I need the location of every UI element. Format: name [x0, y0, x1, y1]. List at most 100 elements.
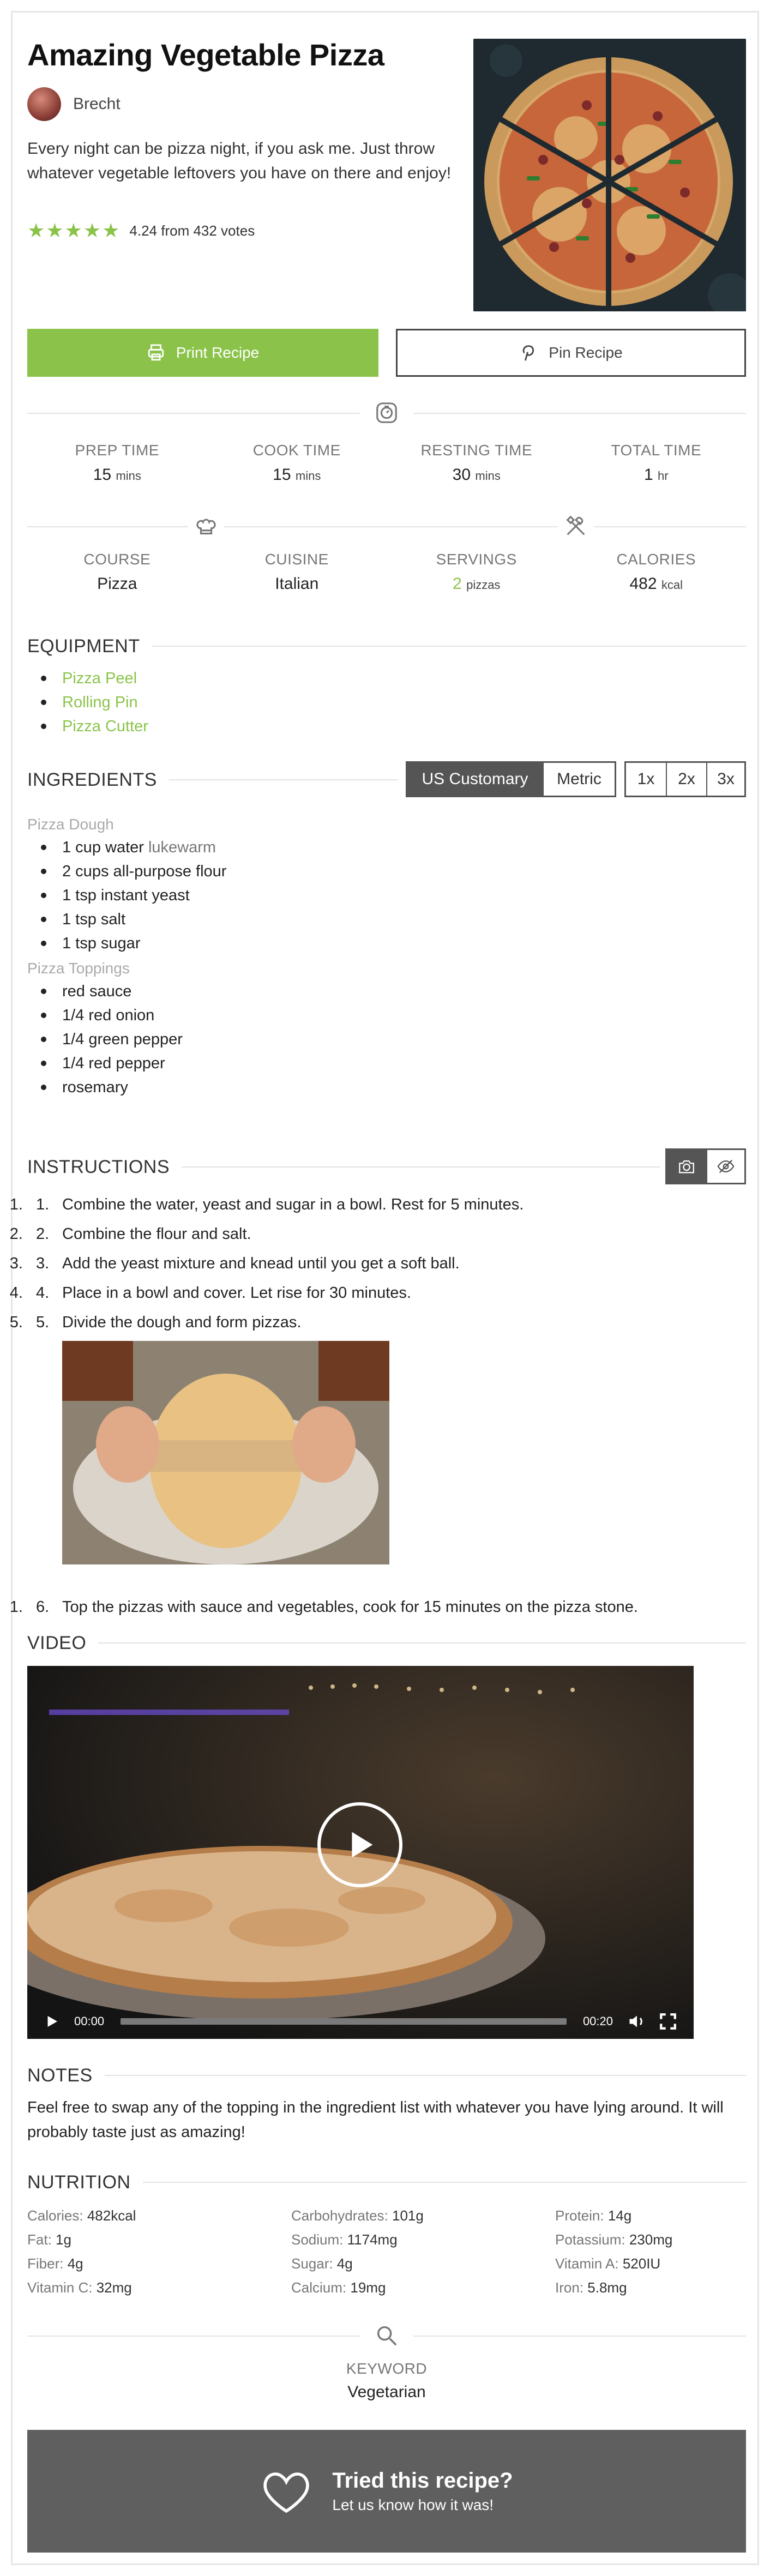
instruction-step: 2.Combine the flour and salt.: [27, 1219, 746, 1249]
recipe-video-player[interactable]: 00:00 00:20: [27, 1666, 694, 2039]
times-divider: [27, 399, 746, 426]
resting-time-label: RESTING TIME: [420, 442, 533, 459]
instruction-step-image: [62, 1341, 389, 1564]
resting-time: RESTING TIME 30 mins: [387, 442, 567, 484]
cta-text: Tried this recipe? Let us know how it wa…: [332, 2469, 513, 2514]
equipment-item[interactable]: Pizza Peel: [27, 666, 148, 690]
ingredients-title: INGREDIENTS: [27, 769, 157, 790]
nutrition-header: NUTRITION: [27, 2171, 746, 2193]
recipe-hero-image: [473, 39, 746, 311]
nutrition-item: Sodium: 1174mg: [291, 2231, 398, 2248]
recipe-details: COURSE Pizza CUISINE Italian SERVINGS 2 …: [27, 551, 746, 593]
servings-unit: pizzas: [466, 578, 501, 592]
unit-metric-button[interactable]: Metric: [543, 763, 615, 796]
ingredient-item: 1 cup water lukewarm: [27, 835, 226, 859]
notes-header: NOTES: [27, 2065, 746, 2086]
recipe-title: Amazing Vegetable Pizza: [27, 38, 384, 72]
heart-icon: [263, 2472, 310, 2513]
calories-unit: kcal: [661, 578, 683, 592]
calories: CALORIES 482 kcal: [567, 551, 747, 593]
multiplier-3x-button[interactable]: 3x: [706, 763, 744, 796]
multiplier-1x-button[interactable]: 1x: [626, 763, 666, 796]
video-duration: 00:20: [582, 2014, 613, 2028]
details-divider: [27, 513, 746, 540]
hide-images-button[interactable]: [706, 1150, 744, 1183]
author-name: Brecht: [73, 95, 121, 113]
play-icon[interactable]: [44, 2013, 60, 2030]
utensils-icon: [562, 513, 589, 540]
ingredient-list: red sauce 1/4 red onion 1/4 green pepper…: [27, 979, 183, 1099]
ingredient-group-toppings: Pizza Toppings red sauce 1/4 red onion 1…: [27, 958, 183, 1099]
ingredient-note: lukewarm: [148, 839, 216, 856]
cuisine-value: Italian: [275, 575, 319, 593]
tried-recipe-cta[interactable]: Tried this recipe? Let us know how it wa…: [27, 2430, 746, 2553]
equipment-item[interactable]: Pizza Cutter: [27, 714, 148, 738]
ingredient-list: 1 cup water lukewarm 2 cups all-purpose …: [27, 835, 226, 955]
rating-stars[interactable]: ★ ★ ★ ★ ★: [27, 221, 119, 240]
prep-time-unit: mins: [116, 469, 141, 483]
nutrition-item: Carbohydrates: 101g: [291, 2207, 424, 2224]
video-title: VIDEO: [27, 1632, 87, 1653]
equipment-title: EQUIPMENT: [27, 635, 140, 657]
ingredient-item: 1 tsp sugar: [27, 931, 226, 955]
recipe-rating[interactable]: ★ ★ ★ ★ ★ 4.24 from 432 votes: [27, 221, 255, 240]
instruction-step: 6.Top the pizzas with sauce and vegetabl…: [27, 1592, 746, 1622]
author-row: Brecht: [27, 87, 121, 121]
servings-multiplier-toggle[interactable]: 1x 2x 3x: [624, 761, 746, 797]
course-label: COURSE: [83, 551, 151, 568]
nutrition-item: Vitamin C: 32mg: [27, 2279, 132, 2296]
star-icon[interactable]: ★: [46, 221, 63, 240]
ingredient-group-dough: Pizza Dough 1 cup water lukewarm 2 cups …: [27, 814, 226, 955]
instructions-title: INSTRUCTIONS: [27, 1156, 170, 1177]
nutrition-item: Fiber: 4g: [27, 2255, 83, 2272]
instruction-step: 3.Add the yeast mixture and knead until …: [27, 1249, 746, 1278]
star-icon[interactable]: ★: [102, 221, 119, 240]
chef-hat-icon: [192, 513, 220, 540]
timer-icon: [373, 399, 400, 426]
prep-time-label: PREP TIME: [75, 442, 159, 459]
instruction-media-toggle[interactable]: [665, 1148, 746, 1184]
show-images-button[interactable]: [667, 1150, 706, 1183]
ingredient-item: rosemary: [27, 1075, 183, 1099]
print-recipe-button[interactable]: Print Recipe: [27, 329, 378, 377]
play-button[interactable]: [317, 1802, 402, 1887]
instruction-step: 5.Divide the dough and form pizzas.: [27, 1308, 746, 1337]
total-time-label: TOTAL TIME: [611, 442, 702, 459]
instruction-list-continued: 6.Top the pizzas with sauce and vegetabl…: [27, 1592, 746, 1622]
cook-time: COOK TIME 15 mins: [207, 442, 387, 484]
nutrition-item: Fat: 1g: [27, 2231, 71, 2248]
servings-value[interactable]: 2: [453, 575, 462, 593]
volume-icon[interactable]: [627, 2012, 647, 2031]
star-icon[interactable]: ★: [83, 221, 101, 240]
course: COURSE Pizza: [27, 551, 207, 593]
ingredient-item: 1/4 green pepper: [27, 1027, 183, 1051]
calories-value: 482: [629, 575, 657, 593]
resting-time-value: 30: [452, 466, 471, 484]
pin-recipe-button[interactable]: Pin Recipe: [396, 329, 746, 377]
star-icon[interactable]: ★: [27, 221, 45, 240]
notes-title: NOTES: [27, 2065, 93, 2086]
equipment-item[interactable]: Rolling Pin: [27, 690, 148, 714]
video-progress-bar[interactable]: [121, 2018, 567, 2025]
unit-system-toggle[interactable]: US Customary Metric: [406, 761, 616, 797]
ingredient-item: 1 tsp instant yeast: [27, 883, 226, 907]
prep-time-value: 15: [93, 466, 112, 484]
total-time: TOTAL TIME 1 hr: [567, 442, 747, 484]
ingredient-item: red sauce: [27, 979, 183, 1003]
equipment-header: EQUIPMENT: [27, 635, 746, 657]
nutrition-item: Potassium: 230mg: [555, 2231, 673, 2248]
total-time-unit: hr: [657, 469, 669, 483]
cook-time-value: 15: [273, 466, 291, 484]
recipe-card: Amazing Vegetable Pizza Brecht Every nig…: [11, 11, 759, 2565]
nutrition-title: NUTRITION: [27, 2171, 131, 2193]
pinterest-icon: [522, 345, 534, 361]
instruction-step: 4.Place in a bowl and cover. Let rise fo…: [27, 1278, 746, 1308]
multiplier-2x-button[interactable]: 2x: [666, 763, 706, 796]
play-icon: [352, 1832, 373, 1858]
ingredient-item: 1/4 red pepper: [27, 1051, 183, 1075]
fullscreen-icon[interactable]: [659, 2012, 677, 2031]
cook-time-label: COOK TIME: [252, 442, 341, 459]
unit-us-customary-button[interactable]: US Customary: [407, 763, 543, 796]
star-icon[interactable]: ★: [65, 221, 82, 240]
cta-subtitle: Let us know how it was!: [332, 2496, 494, 2513]
